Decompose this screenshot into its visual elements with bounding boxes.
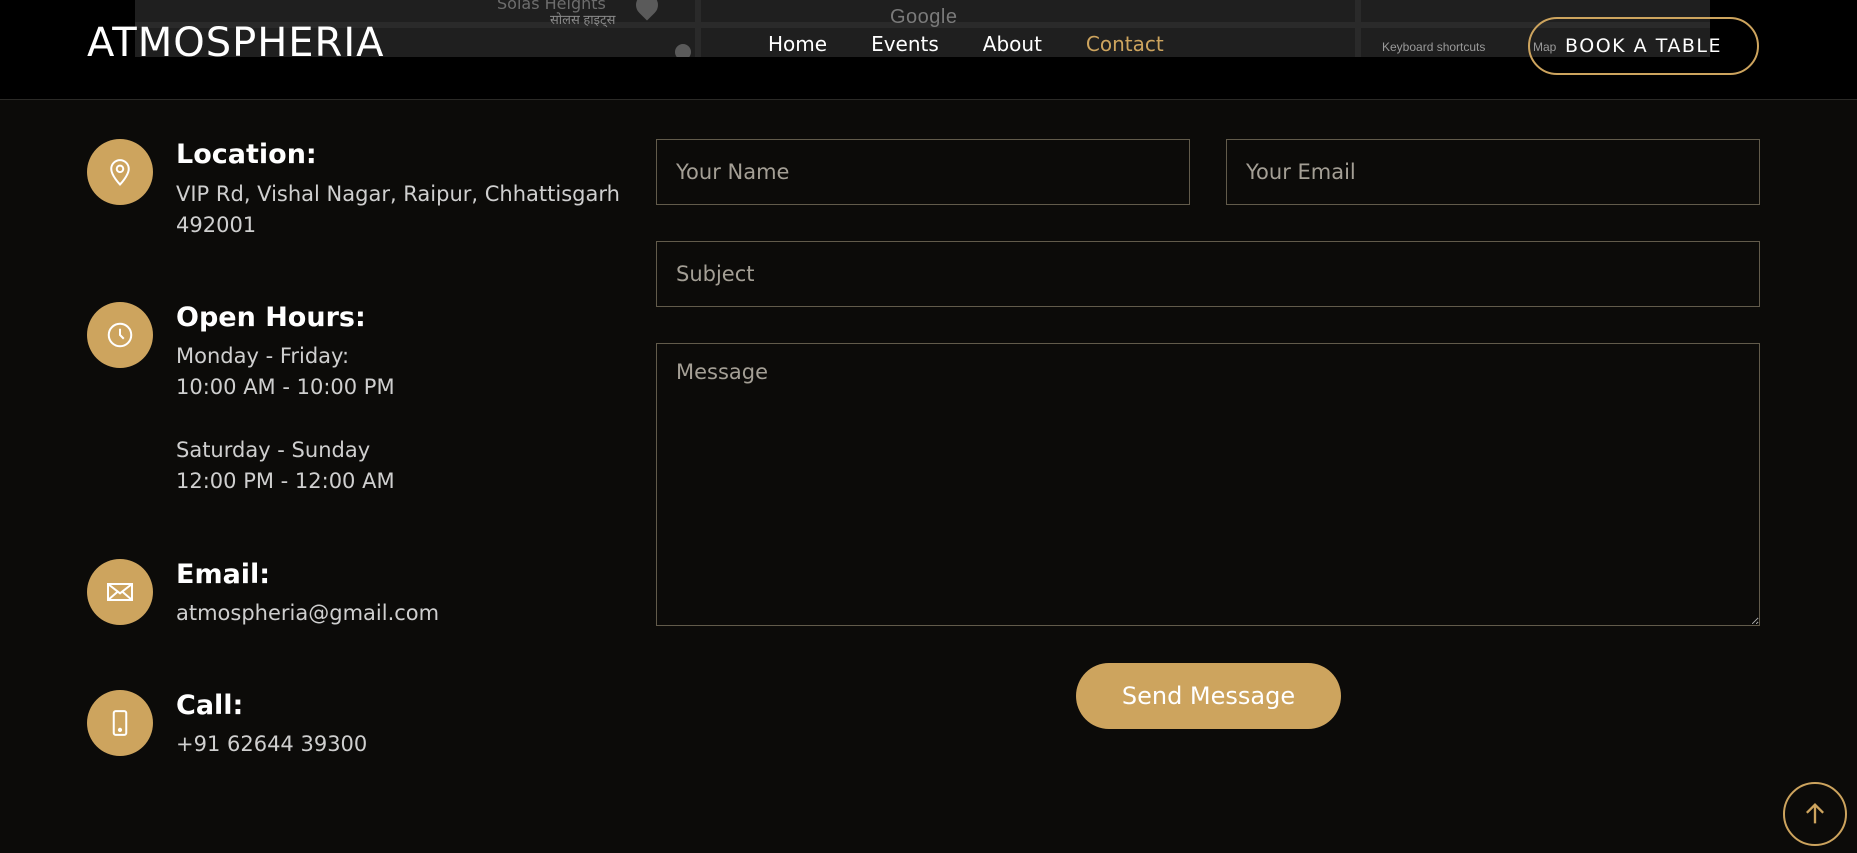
email-title: Email: <box>176 559 271 590</box>
map-marker-icon <box>631 0 663 21</box>
phone-icon <box>87 690 153 756</box>
send-message-button[interactable]: Send Message <box>1076 663 1341 729</box>
nav-home[interactable]: Home <box>768 32 827 56</box>
map-keyboard-shortcuts[interactable]: Keyboard shortcuts <box>1382 40 1485 54</box>
back-to-top-button[interactable] <box>1783 782 1847 846</box>
map-place-label-hindi: सोलस हाइट्स <box>550 12 616 27</box>
weekday-hours: 10:00 AM - 10:00 PM <box>176 375 395 399</box>
google-logo: Google <box>890 6 958 28</box>
weekend-hours: 12:00 PM - 12:00 AM <box>176 469 395 493</box>
weekday-label: Monday - Friday: <box>176 344 350 368</box>
name-input[interactable] <box>656 139 1190 205</box>
hours-title: Open Hours: <box>176 302 366 333</box>
site-logo[interactable]: ATMOSPHERIA <box>87 20 385 66</box>
nav-contact[interactable]: Contact <box>1086 32 1164 56</box>
nav-about[interactable]: About <box>983 32 1042 56</box>
call-title: Call: <box>176 690 244 721</box>
site-header: Solas Heights सोलस हाइट्स Google Keyboar… <box>0 0 1857 100</box>
map-marker-icon <box>671 40 695 57</box>
arrow-up-icon <box>1806 803 1824 824</box>
map-pin-icon <box>87 139 153 205</box>
message-textarea[interactable] <box>656 343 1760 626</box>
main-nav: Home Events About Contact <box>768 32 1208 56</box>
map-road <box>695 0 701 57</box>
location-address-line2: 492001 <box>176 213 257 237</box>
clock-icon <box>87 302 153 368</box>
nav-events[interactable]: Events <box>871 32 939 56</box>
location-title: Location: <box>176 139 317 170</box>
call-value[interactable]: +91 62644 39300 <box>176 729 367 760</box>
location-address-line1: VIP Rd, Vishal Nagar, Raipur, Chhattisga… <box>176 182 620 206</box>
email-value[interactable]: atmospheria@gmail.com <box>176 598 439 629</box>
subject-input[interactable] <box>656 241 1760 307</box>
map-road <box>1355 0 1361 57</box>
envelope-icon <box>87 559 153 625</box>
book-a-table-button[interactable]: BOOK A TABLE <box>1528 17 1759 75</box>
weekend-label: Saturday - Sunday <box>176 438 371 462</box>
email-input[interactable] <box>1226 139 1760 205</box>
